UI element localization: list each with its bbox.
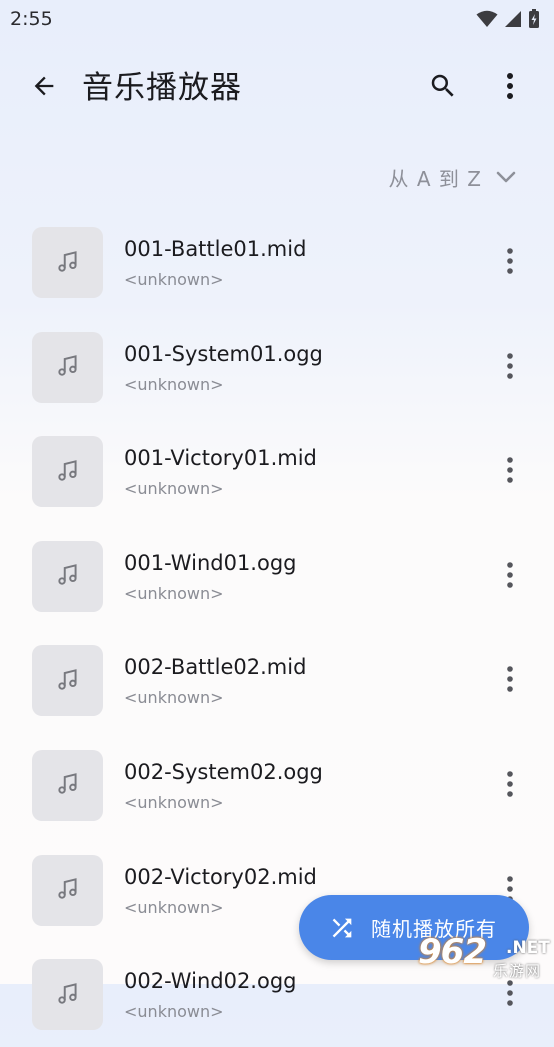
music-note-icon bbox=[55, 248, 81, 278]
song-row[interactable]: 001-Victory01.mid <unknown> bbox=[0, 419, 554, 524]
song-title: 002-Wind02.ogg bbox=[124, 969, 297, 994]
chevron-down-icon bbox=[496, 168, 516, 187]
song-artist: <unknown> bbox=[124, 479, 224, 499]
song-artist: <unknown> bbox=[124, 792, 224, 812]
site-watermark: 962 .NET 乐游网 bbox=[418, 932, 552, 982]
song-row[interactable]: 002-Battle02.mid <unknown> bbox=[0, 628, 554, 733]
wifi-icon bbox=[476, 10, 498, 32]
album-art bbox=[32, 854, 103, 926]
album-art bbox=[32, 645, 103, 717]
back-button[interactable] bbox=[24, 68, 64, 108]
song-artist: <unknown> bbox=[124, 270, 224, 289]
song-title: 001-System01.ogg bbox=[124, 341, 323, 366]
arrow-left-icon bbox=[30, 72, 58, 104]
song-more-button[interactable] bbox=[494, 349, 526, 387]
signal-icon bbox=[504, 10, 522, 32]
song-row[interactable]: 002-System02.ogg <unknown> bbox=[0, 733, 554, 838]
watermark-site-name: 乐游网 bbox=[493, 962, 542, 980]
music-note-icon bbox=[55, 457, 81, 487]
song-title: 001-Wind01.ogg bbox=[124, 550, 297, 575]
music-note-icon bbox=[55, 666, 81, 696]
song-artist: <unknown> bbox=[124, 688, 224, 708]
song-artist: <unknown> bbox=[124, 897, 224, 917]
shuffle-icon bbox=[327, 913, 357, 943]
album-art bbox=[32, 227, 103, 298]
song-title: 001-Battle01.mid bbox=[124, 237, 307, 261]
search-icon bbox=[428, 71, 458, 105]
more-vert-icon bbox=[506, 352, 514, 384]
status-bar: 2:55 bbox=[0, 0, 554, 40]
sort-selector[interactable]: 从 A 到 Z bbox=[389, 160, 516, 194]
music-note-icon bbox=[55, 875, 81, 905]
overflow-menu-button[interactable] bbox=[492, 68, 528, 108]
sort-label: 从 A 到 Z bbox=[388, 166, 482, 191]
app-bar: 音乐播放器 bbox=[0, 56, 554, 120]
album-art bbox=[32, 749, 103, 821]
song-title: 001-Victory01.mid bbox=[124, 446, 317, 471]
more-vert-icon bbox=[506, 456, 514, 488]
song-more-button[interactable] bbox=[494, 453, 526, 491]
song-more-button[interactable] bbox=[494, 244, 526, 282]
more-vert-icon bbox=[506, 247, 514, 279]
status-icons bbox=[476, 9, 540, 33]
more-vert-icon bbox=[506, 561, 514, 593]
search-button[interactable] bbox=[422, 68, 464, 108]
song-artist: <unknown> bbox=[124, 1002, 224, 1022]
album-art bbox=[32, 436, 103, 508]
song-title: 002-System02.ogg bbox=[124, 759, 323, 784]
page-title: 音乐播放器 bbox=[82, 70, 242, 106]
song-row[interactable]: 001-Wind01.ogg <unknown> bbox=[0, 524, 554, 629]
song-row[interactable]: 001-System01.ogg <unknown> bbox=[0, 315, 554, 420]
more-vert-icon bbox=[506, 770, 514, 802]
song-more-button[interactable] bbox=[494, 767, 526, 805]
album-art bbox=[32, 959, 103, 1031]
album-art bbox=[32, 331, 103, 403]
music-note-icon bbox=[55, 980, 81, 1010]
music-note-icon bbox=[55, 561, 81, 591]
song-row[interactable]: 001-Battle01.mid <unknown> bbox=[0, 210, 554, 315]
song-more-button[interactable] bbox=[494, 662, 526, 700]
album-art bbox=[32, 540, 103, 612]
song-title: 002-Victory02.mid bbox=[124, 864, 317, 889]
status-time: 2:55 bbox=[10, 8, 53, 30]
battery-icon bbox=[528, 9, 540, 33]
song-more-button[interactable] bbox=[494, 558, 526, 596]
watermark-domain: .NET bbox=[506, 938, 550, 958]
more-vert-icon bbox=[506, 665, 514, 697]
music-note-icon bbox=[55, 770, 81, 800]
song-artist: <unknown> bbox=[124, 374, 224, 394]
song-title: 002-Battle02.mid bbox=[124, 655, 307, 680]
song-artist: <unknown> bbox=[124, 583, 224, 603]
more-vert-icon bbox=[506, 72, 514, 104]
watermark-number: 962 bbox=[418, 932, 487, 972]
music-note-icon bbox=[55, 352, 81, 382]
